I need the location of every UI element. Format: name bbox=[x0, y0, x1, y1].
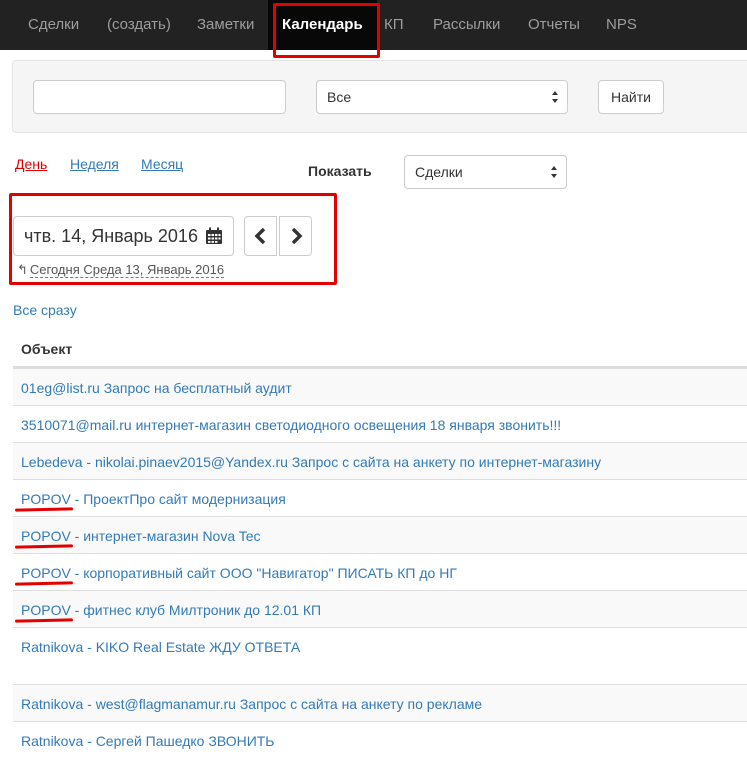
table-row: Lebedeva - nikolai.pinaev2015@Yandex.ru … bbox=[13, 442, 747, 479]
date-value: чтв. 14, Январь 2016 bbox=[24, 226, 198, 246]
table-row: POPOV - корпоративный сайт ООО "Навигато… bbox=[13, 553, 747, 590]
table-row-link[interactable]: Ratnikova - west@flagmanamur.ru Запрос с… bbox=[21, 685, 747, 714]
table-row-link[interactable]: POPOV - корпоративный сайт ООО "Навигато… bbox=[21, 554, 747, 583]
nav-nps[interactable]: NPS bbox=[606, 0, 637, 50]
table-row-link[interactable]: Ratnikova - KIKO Real Estate ЖДУ ОТВЕТА bbox=[21, 628, 747, 657]
table-row: Ratnikova - Сергей Пашедко ЗВОНИТЬ bbox=[13, 721, 747, 758]
nav-deals[interactable]: Сделки bbox=[28, 0, 79, 50]
nav-kp[interactable]: КП bbox=[384, 0, 404, 50]
table-row: Ratnikova - KIKO Real Estate ЖДУ ОТВЕТА bbox=[13, 627, 747, 684]
return-arrow-icon: ↰ bbox=[17, 262, 28, 277]
find-button[interactable]: Найти bbox=[598, 80, 664, 114]
today-row: ↰ Сегодня Среда 13, Январь 2016 bbox=[17, 262, 225, 278]
select-arrows-icon bbox=[552, 91, 558, 103]
view-week-link[interactable]: Неделя bbox=[70, 156, 119, 172]
nav-notes[interactable]: Заметки bbox=[197, 0, 254, 50]
events-table: Объект bbox=[13, 330, 747, 368]
search-input[interactable] bbox=[33, 80, 286, 114]
view-month-link[interactable]: Месяц bbox=[141, 156, 183, 172]
nav-reports[interactable]: Отчеты bbox=[528, 0, 580, 50]
nav-create[interactable]: (создать) bbox=[107, 0, 171, 50]
date-input[interactable]: чтв. 14, Январь 2016 bbox=[13, 216, 234, 256]
table-row: POPOV - ПроектПро сайт модернизация bbox=[13, 479, 747, 516]
all-at-once-link[interactable]: Все сразу bbox=[13, 302, 77, 318]
table-row-link[interactable]: Lebedeva - nikolai.pinaev2015@Yandex.ru … bbox=[21, 443, 747, 472]
table-row: 3510071@mail.ru интернет-магазин светоди… bbox=[13, 405, 747, 442]
today-link[interactable]: Сегодня Среда 13, Январь 2016 bbox=[29, 262, 225, 278]
table-row: POPOV - интернет-магазин Nova Tec bbox=[13, 516, 747, 553]
select-arrows-icon bbox=[551, 166, 557, 178]
nav-mailings[interactable]: Рассылки bbox=[433, 0, 500, 50]
table-row: POPOV - фитнес клуб Милтроник до 12.01 К… bbox=[13, 590, 747, 627]
view-day-link[interactable]: День bbox=[15, 156, 47, 172]
show-label: Показать bbox=[308, 163, 372, 179]
status-select[interactable]: Все bbox=[316, 80, 568, 114]
nav-calendar[interactable]: Календарь bbox=[268, 0, 377, 50]
chevron-right-icon bbox=[291, 228, 303, 244]
table-header-object: Объект bbox=[13, 330, 747, 368]
calendar-icon[interactable] bbox=[205, 227, 223, 245]
annotation-underline bbox=[14, 544, 74, 549]
table-row-link[interactable]: Ratnikova - Сергей Пашедко ЗВОНИТЬ bbox=[21, 722, 747, 751]
show-select-value: Сделки bbox=[415, 164, 463, 180]
table-row-link[interactable]: POPOV - ПроектПро сайт модернизация bbox=[21, 480, 747, 509]
next-day-button[interactable] bbox=[279, 216, 312, 256]
chevron-left-icon bbox=[254, 228, 266, 244]
top-navbar: Сделки (создать) Заметки Календарь КП Ра… bbox=[0, 0, 747, 50]
annotation-underline bbox=[14, 507, 74, 512]
table-row: 01eg@list.ru Запрос на бесплатный аудит bbox=[13, 368, 747, 405]
table-row-link[interactable]: 01eg@list.ru Запрос на бесплатный аудит bbox=[21, 369, 747, 398]
table-row-link[interactable]: 3510071@mail.ru интернет-магазин светоди… bbox=[21, 406, 747, 435]
prev-day-button[interactable] bbox=[244, 216, 277, 256]
annotation-underline bbox=[14, 581, 74, 586]
table-row: Ratnikova - west@flagmanamur.ru Запрос с… bbox=[13, 684, 747, 721]
status-select-value: Все bbox=[327, 89, 352, 105]
table-row-link[interactable]: POPOV - фитнес клуб Милтроник до 12.01 К… bbox=[21, 591, 747, 620]
annotation-underline bbox=[14, 618, 74, 623]
show-select[interactable]: Сделки bbox=[404, 155, 567, 189]
table-row-link[interactable]: POPOV - интернет-магазин Nova Tec bbox=[21, 517, 747, 546]
